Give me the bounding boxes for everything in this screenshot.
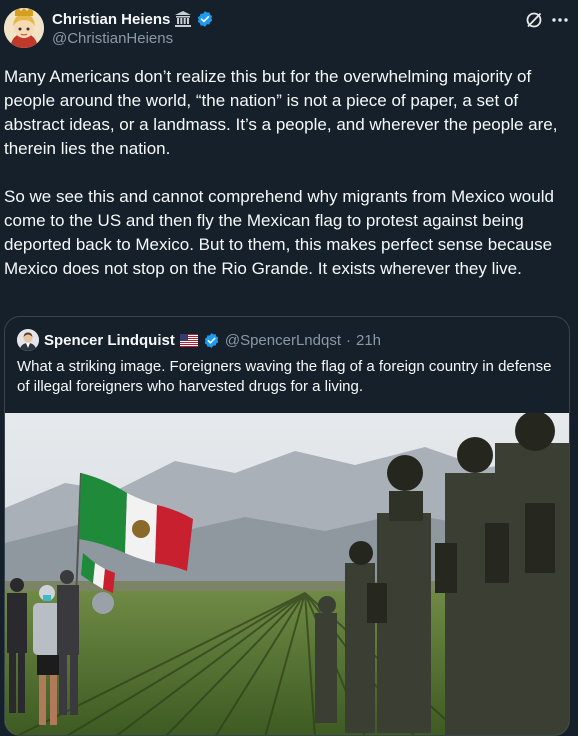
verified-badge-icon[interactable] [196, 10, 214, 28]
quoted-author-handle[interactable]: @SpencerLndqst [225, 332, 341, 349]
us-flag-icon [179, 333, 198, 347]
quoted-post[interactable]: Spencer Lindquist @SpencerLndqst · 21h W… [4, 316, 570, 736]
author-avatar[interactable] [4, 8, 44, 48]
author-display-name[interactable]: Christian Heiens [52, 11, 170, 28]
post-body: Many Americans don’t realize this but fo… [4, 65, 574, 305]
post-paragraph-2: So we see this and cannot comprehend why… [4, 187, 554, 278]
quoted-post-header: Spencer Lindquist @SpencerLndqst · 21h [17, 329, 381, 351]
quoted-post-photo[interactable] [5, 413, 570, 736]
post: Christian Heiens @ChristianHeiens Many A… [0, 0, 578, 736]
verified-badge-icon[interactable] [203, 332, 220, 349]
more-icon[interactable] [550, 10, 570, 30]
quoted-author-name[interactable]: Spencer Lindquist [44, 332, 175, 349]
author-handle[interactable]: @ChristianHeiens [52, 30, 173, 47]
quoted-timestamp[interactable]: 21h [356, 332, 381, 349]
author-name-row: Christian Heiens [52, 9, 214, 29]
classical-building-icon [175, 11, 192, 27]
quoted-post-text: What a striking image. Foreigners waving… [17, 358, 552, 395]
post-paragraph-1: Many Americans don’t realize this but fo… [4, 67, 558, 158]
grok-icon[interactable] [524, 10, 544, 30]
quoted-author-avatar[interactable] [17, 329, 39, 351]
quoted-separator: · [346, 331, 351, 349]
